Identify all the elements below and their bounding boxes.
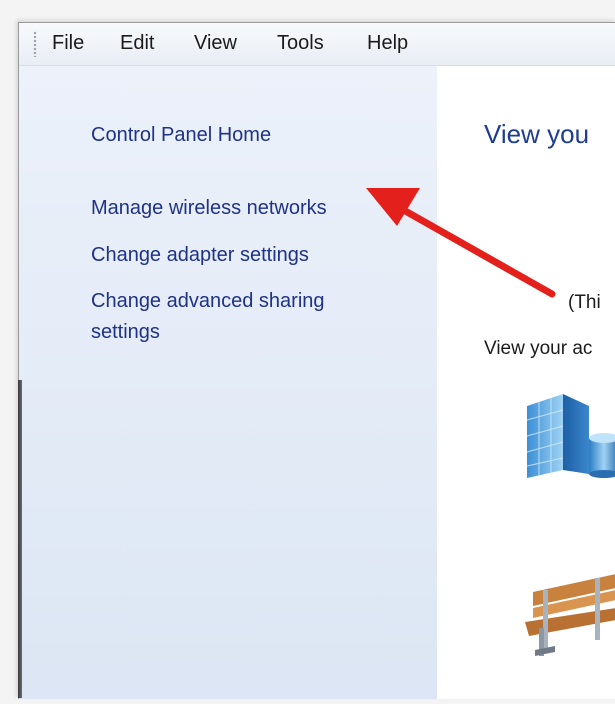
main-content: View you (Thi View your ac <box>437 66 615 699</box>
menu-file[interactable]: File <box>52 32 84 55</box>
sidebar: Control Panel Home Manage wireless netwo… <box>19 66 437 699</box>
sidebar-change-adapter-settings[interactable]: Change adapter settings <box>91 240 309 271</box>
page-title: View you <box>484 119 590 149</box>
building-network-icon <box>526 394 615 478</box>
menu-view[interactable]: View <box>194 32 237 55</box>
window-edge-shadow <box>18 380 22 698</box>
menu-bar: File Edit View Tools Help <box>19 23 615 66</box>
sidebar-change-advanced-sharing-settings[interactable]: Change advanced sharing settings <box>91 286 391 348</box>
active-networks-heading: View your ac <box>484 338 593 359</box>
menu-tools[interactable]: Tools <box>277 32 324 55</box>
sidebar-manage-wireless-networks[interactable]: Manage wireless networks <box>91 193 327 224</box>
menu-edit[interactable]: Edit <box>120 32 154 55</box>
sidebar-control-panel-home[interactable]: Control Panel Home <box>91 120 271 151</box>
screenshot-frame: File Edit View Tools Help Control Panel … <box>0 0 615 704</box>
menu-grip <box>33 31 37 57</box>
network-status-text: (Thi <box>568 292 601 313</box>
park-bench-icon <box>525 574 615 656</box>
menu-help[interactable]: Help <box>367 32 408 55</box>
network-sharing-center-window: File Edit View Tools Help Control Panel … <box>18 22 615 699</box>
